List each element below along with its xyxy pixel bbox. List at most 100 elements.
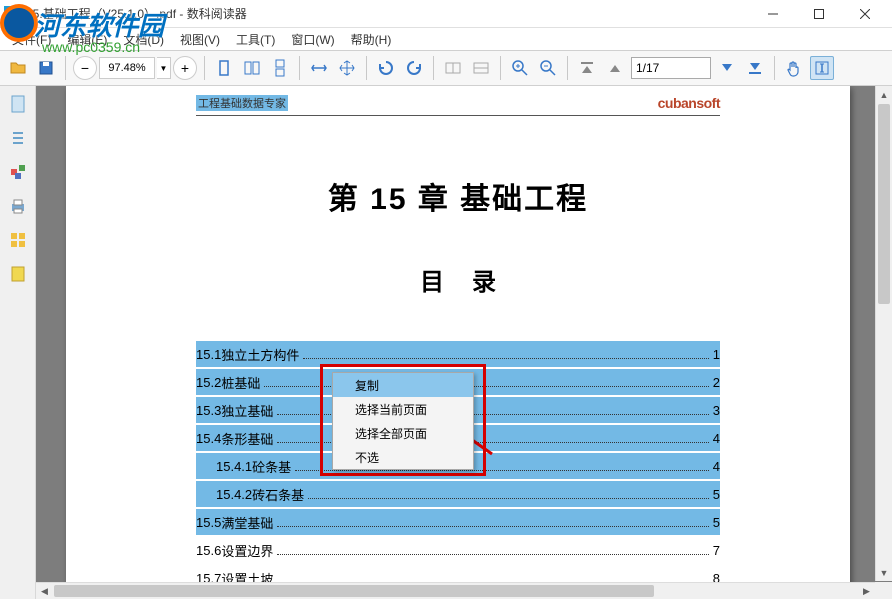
toc-page: 2 — [713, 375, 720, 390]
toc-item[interactable]: 15.5 满堂基础 5 — [196, 509, 720, 535]
toc-page: 4 — [713, 431, 720, 446]
toc-dots — [277, 526, 708, 527]
sidebar — [0, 86, 36, 599]
toc-dots — [277, 554, 708, 555]
open-button[interactable] — [6, 56, 30, 80]
save-button[interactable] — [34, 56, 58, 80]
menu-doc[interactable]: 文档(D) — [115, 29, 172, 50]
scroll-down-icon[interactable]: ▼ — [876, 564, 892, 581]
toc-page: 1 — [713, 347, 720, 362]
toc-text: 独立基础 — [221, 401, 273, 420]
context-menu-item[interactable]: 复制 — [333, 373, 473, 397]
menu-view[interactable]: 视图(V) — [172, 29, 228, 50]
continuous-button[interactable] — [268, 56, 292, 80]
rotate-left-button[interactable] — [374, 56, 398, 80]
toc-text: 砖石条基 — [252, 485, 304, 504]
toc-number: 15.4.1 — [216, 459, 252, 474]
toc-text: 砼条基 — [252, 457, 291, 476]
toc-number: 15.2 — [196, 375, 221, 390]
first-page-button[interactable] — [575, 56, 599, 80]
viewer-area: 工程基础数据专家 cubansoft 第 15 章 基础工程 目录 15.1 独… — [36, 86, 892, 599]
thumbnails-button[interactable] — [4, 90, 32, 118]
select-text-button[interactable] — [810, 56, 834, 80]
zoom-dropdown[interactable]: ▼ — [157, 57, 171, 79]
zoom-out-tool[interactable] — [536, 56, 560, 80]
menu-file[interactable]: 文件(F) — [4, 29, 59, 50]
next-page-button[interactable] — [715, 56, 739, 80]
scroll-left-icon[interactable]: ◀ — [36, 583, 53, 599]
toc-number: 15.4.2 — [216, 487, 252, 502]
toc-number: 15.4 — [196, 431, 221, 446]
page-input[interactable] — [631, 57, 711, 79]
toc-text: 独立土方构件 — [221, 345, 299, 364]
chapter-title: 第 15 章 基础工程 — [196, 174, 720, 218]
layers-button[interactable] — [4, 226, 32, 254]
menu-bar: 文件(F) 编辑(E) 文档(D) 视图(V) 工具(T) 窗口(W) 帮助(H… — [0, 28, 892, 50]
maximize-button[interactable] — [796, 0, 842, 28]
outline-button[interactable] — [4, 124, 32, 152]
app-icon: OFD — [4, 6, 20, 22]
toc-dots — [264, 386, 708, 387]
context-menu-item[interactable]: 选择全部页面 — [333, 421, 473, 445]
zoom-in-tool[interactable] — [508, 56, 532, 80]
zoom-control: − 97.48% ▼ + — [73, 56, 197, 80]
fit-page-button[interactable] — [335, 56, 359, 80]
toc-page: 4 — [713, 459, 720, 474]
double-page-button[interactable] — [240, 56, 264, 80]
zoom-in-button[interactable]: + — [173, 56, 197, 80]
menu-help[interactable]: 帮助(H) — [343, 29, 400, 50]
toc-number: 15.1 — [196, 347, 221, 362]
layout2-button[interactable] — [469, 56, 493, 80]
print-button[interactable] — [4, 192, 32, 220]
scrollbar-corner — [875, 582, 892, 599]
scroll-thumb-v[interactable] — [878, 104, 890, 304]
context-menu: 复制选择当前页面选择全部页面不选 — [332, 372, 474, 470]
toc-text: 桩基础 — [221, 373, 260, 392]
toc-page: 7 — [713, 543, 720, 558]
notes-button[interactable] — [4, 260, 32, 288]
toc-heading: 目录 — [196, 262, 720, 297]
close-button[interactable] — [842, 0, 888, 28]
zoom-value[interactable]: 97.48% — [99, 57, 155, 79]
scroll-right-icon[interactable]: ▶ — [858, 583, 875, 599]
toc-page: 3 — [713, 403, 720, 418]
toc-number: 15.6 — [196, 543, 221, 558]
scroll-up-icon[interactable]: ▲ — [876, 86, 892, 103]
minimize-button[interactable] — [750, 0, 796, 28]
toolbar: − 97.48% ▼ + — [0, 50, 892, 86]
attachments-button[interactable] — [4, 158, 32, 186]
menu-tool[interactable]: 工具(T) — [228, 29, 283, 50]
hand-tool-button[interactable] — [782, 56, 806, 80]
menu-edit[interactable]: 编辑(E) — [59, 29, 115, 50]
toc-number: 15.5 — [196, 515, 221, 530]
title-bar: OFD 15.基础工程（V25.1.0）.pdf - 数科阅读器 — [0, 0, 892, 28]
horizontal-scrollbar[interactable]: ◀ ▶ — [36, 582, 875, 599]
page-header: 工程基础数据专家 cubansoft — [196, 86, 720, 116]
toc-text: 满堂基础 — [221, 513, 273, 532]
menu-window[interactable]: 窗口(W) — [283, 29, 342, 50]
page-header-left: 工程基础数据专家 — [196, 95, 288, 111]
toc-text: 条形基础 — [221, 429, 273, 448]
toc-page: 5 — [713, 487, 720, 502]
toc-item[interactable]: 15.4.2 砖石条基 5 — [196, 481, 720, 507]
toc-number: 15.3 — [196, 403, 221, 418]
toc-dots — [303, 358, 708, 359]
toc-text: 设置边界 — [221, 541, 273, 560]
layout1-button[interactable] — [441, 56, 465, 80]
fit-width-button[interactable] — [307, 56, 331, 80]
toc-item[interactable]: 15.1 独立土方构件 1 — [196, 341, 720, 367]
zoom-out-button[interactable]: − — [73, 56, 97, 80]
last-page-button[interactable] — [743, 56, 767, 80]
scroll-thumb-h[interactable] — [54, 585, 654, 597]
context-menu-item[interactable]: 选择当前页面 — [333, 397, 473, 421]
context-menu-item[interactable]: 不选 — [333, 445, 473, 469]
single-page-button[interactable] — [212, 56, 236, 80]
brand-logo: cubansoft — [658, 95, 720, 111]
toc-dots — [308, 498, 709, 499]
document-page: 工程基础数据专家 cubansoft 第 15 章 基础工程 目录 15.1 独… — [66, 86, 850, 599]
toc-item[interactable]: 15.6 设置边界 7 — [196, 537, 720, 563]
vertical-scrollbar[interactable]: ▲ ▼ — [875, 86, 892, 581]
prev-page-button[interactable] — [603, 56, 627, 80]
rotate-right-button[interactable] — [402, 56, 426, 80]
toc-page: 5 — [713, 515, 720, 530]
